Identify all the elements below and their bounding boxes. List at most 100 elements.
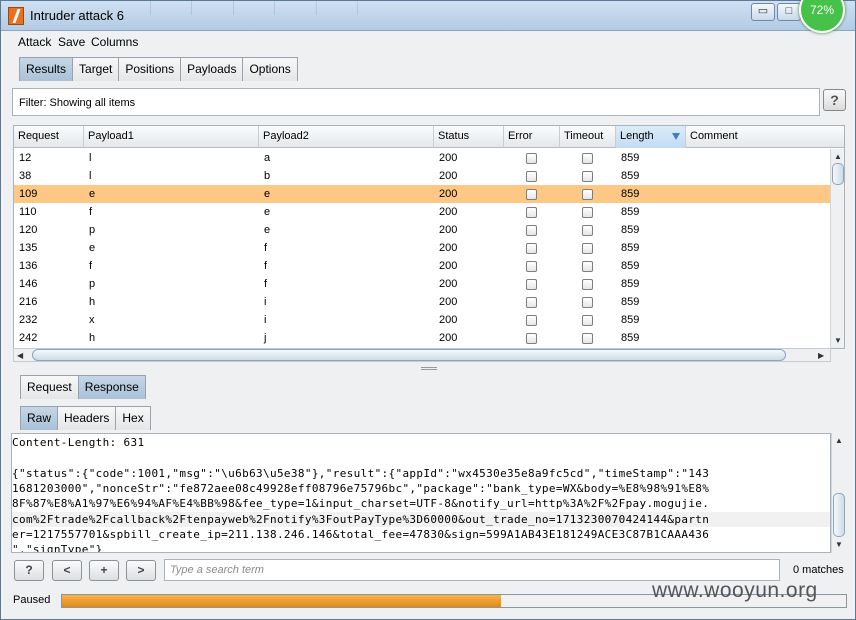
table-horizontal-scrollbar[interactable]: ◀ ▶ xyxy=(13,348,831,362)
scroll-right-icon[interactable]: ▶ xyxy=(818,351,824,361)
column-payload2[interactable]: Payload2 xyxy=(259,126,434,148)
bg-tab xyxy=(319,1,359,15)
tab-response[interactable]: Response xyxy=(77,375,146,399)
detail-tab-bar: Request Response xyxy=(20,375,146,399)
table-row[interactable]: 216 h i 200 859 xyxy=(14,293,832,311)
cell-status: 200 xyxy=(439,206,458,218)
cell-payload1: l xyxy=(89,152,92,164)
tab-target[interactable]: Target xyxy=(72,57,120,81)
column-payload1[interactable]: Payload1 xyxy=(84,126,259,148)
cell-comment xyxy=(686,167,691,185)
table-vertical-scrollbar[interactable]: ▲ ▼ xyxy=(830,149,844,348)
cell-request: 136 xyxy=(19,260,38,272)
response-line: {"status":{"code":1001,"msg":"\u6b63\u5e… xyxy=(12,466,710,480)
tab-raw[interactable]: Raw xyxy=(20,406,59,430)
search-next-button[interactable]: > xyxy=(126,560,156,581)
response-line: Content-Length: 631 xyxy=(12,436,145,449)
table-row[interactable]: 136 f f 200 859 xyxy=(14,257,832,275)
menu-columns[interactable]: Columns xyxy=(91,35,138,49)
table-row[interactable]: 146 p f 200 859 xyxy=(14,275,832,293)
menu-save[interactable]: Save xyxy=(58,35,85,49)
response-line: 8F%87%E8%A1%97%E6%94%AF%E4%BB%98&fee_typ… xyxy=(12,497,710,511)
error-checkbox xyxy=(526,225,537,236)
column-comment[interactable]: Comment xyxy=(686,126,844,148)
scroll-left-icon[interactable]: ◀ xyxy=(17,351,23,361)
table-row[interactable]: 242 h j 200 859 xyxy=(14,329,832,347)
bg-tab xyxy=(236,1,276,15)
error-checkbox xyxy=(526,333,537,344)
cell-payload1: h xyxy=(89,296,96,308)
column-status[interactable]: Status xyxy=(434,126,504,148)
cell-comment xyxy=(686,149,691,167)
tab-headers[interactable]: Headers xyxy=(57,406,117,430)
cell-payload2: a xyxy=(264,152,271,164)
table-row[interactable]: 120 p e 200 859 xyxy=(14,221,832,239)
table-hscroll-thumb[interactable] xyxy=(32,349,786,361)
table-row[interactable]: 232 x i 200 859 xyxy=(14,311,832,329)
scroll-down-icon[interactable]: ▼ xyxy=(835,540,843,550)
column-request[interactable]: Request xyxy=(14,126,84,148)
cell-payload1: h xyxy=(89,332,96,344)
scroll-down-icon[interactable]: ▼ xyxy=(834,336,842,346)
response-text-area[interactable]: Content-Length: 631 {"status":{"code":100… xyxy=(11,433,831,553)
cell-status: 200 xyxy=(439,278,458,290)
response-line: er=1217557701&spbill_create_ip=211.138.2… xyxy=(12,527,710,541)
table-row[interactable]: 109 e e 200 859 xyxy=(14,185,832,203)
table-row[interactable]: 135 e f 200 859 xyxy=(14,239,832,257)
tab-positions[interactable]: Positions xyxy=(118,57,182,81)
cell-payload2: i xyxy=(264,314,267,326)
error-checkbox xyxy=(526,297,537,308)
tab-request[interactable]: Request xyxy=(20,375,79,399)
timeout-checkbox xyxy=(582,333,593,344)
table-row[interactable]: 110 f e 200 859 xyxy=(14,203,832,221)
cell-length: 859 xyxy=(621,152,640,164)
menu-attack[interactable]: Attack xyxy=(18,35,51,49)
timeout-checkbox xyxy=(582,153,593,164)
timeout-checkbox xyxy=(582,261,593,272)
filter-help-button[interactable]: ? xyxy=(823,89,846,111)
cell-payload1: p xyxy=(89,224,96,236)
column-error[interactable]: Error xyxy=(504,126,560,148)
cell-request: 232 xyxy=(19,314,38,326)
timeout-checkbox xyxy=(582,243,593,254)
tab-hex[interactable]: Hex xyxy=(115,406,151,430)
column-timeout[interactable]: Timeout xyxy=(560,126,616,148)
error-checkbox xyxy=(526,171,537,182)
cell-payload1: x xyxy=(89,314,95,326)
error-checkbox xyxy=(526,261,537,272)
cell-request: 109 xyxy=(19,188,38,200)
column-length[interactable]: Length xyxy=(616,126,686,148)
search-add-button[interactable]: + xyxy=(89,560,119,581)
cell-length: 859 xyxy=(621,170,640,182)
cell-payload2: e xyxy=(264,188,271,200)
attack-progress-fill xyxy=(62,595,502,607)
cell-length: 859 xyxy=(621,242,640,254)
scroll-up-icon[interactable]: ▲ xyxy=(834,152,842,162)
table-row[interactable]: 38 l b 200 859 xyxy=(14,167,832,185)
table-vscroll-thumb[interactable] xyxy=(832,163,844,185)
table-row[interactable]: 12 l a 200 859 xyxy=(14,149,832,167)
pane-splitter-handle[interactable] xyxy=(421,367,437,370)
error-checkbox xyxy=(526,315,537,326)
search-help-button[interactable]: ? xyxy=(14,560,44,581)
cell-status: 200 xyxy=(439,170,458,182)
maximize-button[interactable]: □ xyxy=(777,3,801,21)
response-vertical-scrollbar[interactable]: ▲ ▼ xyxy=(831,433,846,553)
scroll-up-icon[interactable]: ▲ xyxy=(835,436,843,446)
response-vscroll-thumb[interactable] xyxy=(833,493,845,537)
cell-payload2: i xyxy=(264,296,267,308)
tab-payloads[interactable]: Payloads xyxy=(180,57,244,81)
search-input[interactable] xyxy=(164,559,780,581)
filter-bar[interactable]: Filter: Showing all items xyxy=(12,88,820,116)
cell-payload2: f xyxy=(264,242,268,254)
search-previous-button[interactable]: < xyxy=(52,560,82,581)
tab-results[interactable]: Results xyxy=(19,57,74,81)
cell-payload1: p xyxy=(89,278,96,290)
minimize-button[interactable]: ▭ xyxy=(751,3,775,21)
cell-payload2: e xyxy=(264,206,271,218)
cell-length: 859 xyxy=(621,206,640,218)
tab-options[interactable]: Options xyxy=(242,57,298,81)
menu-bar: Attack Save Columns xyxy=(1,32,855,52)
table-body: 12 l a 200 859 38 l b 200 859 109 e e 200 859 110 f e 200 8… xyxy=(14,149,832,347)
cell-length: 859 xyxy=(621,314,640,326)
